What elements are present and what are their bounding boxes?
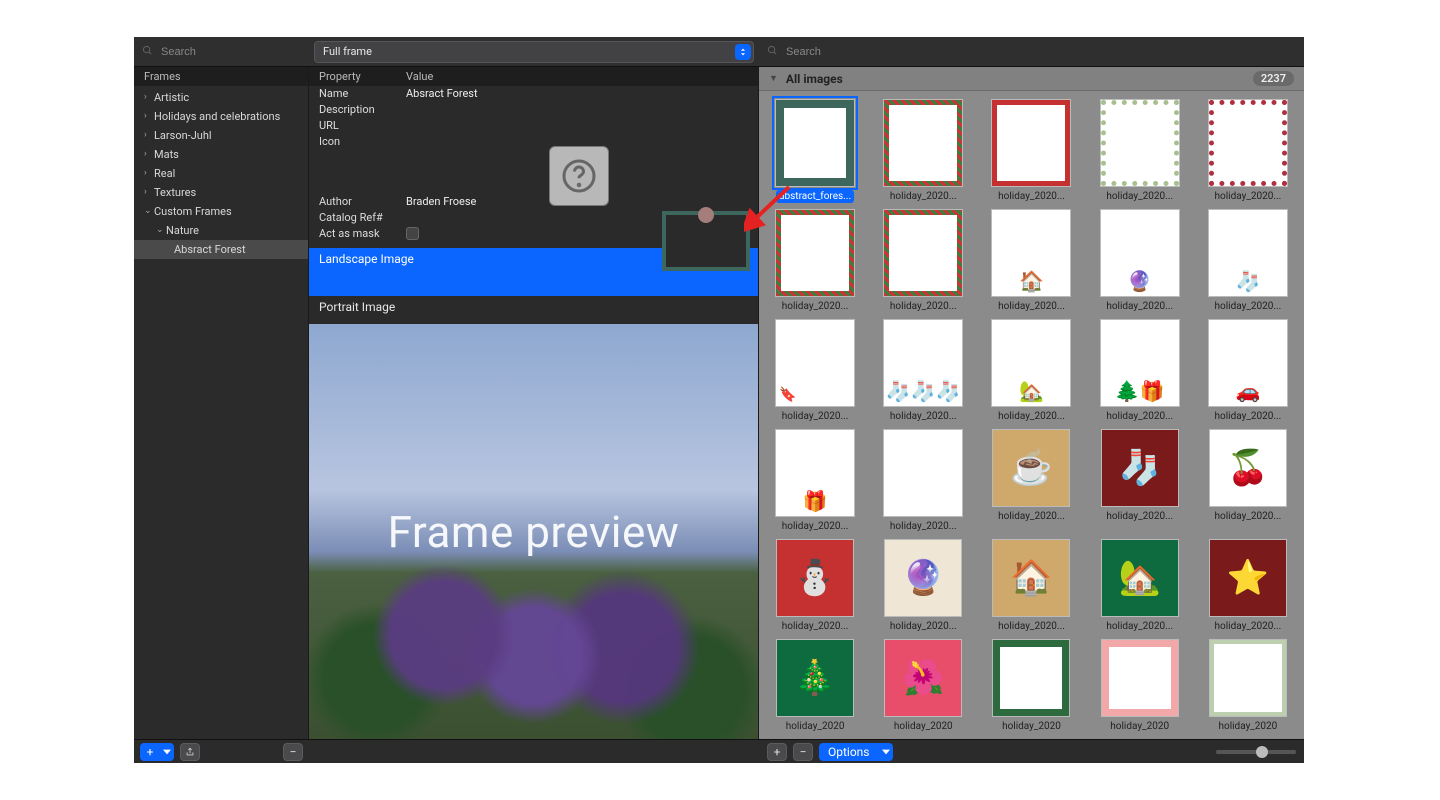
grid-item[interactable]: 🧦🧦🧦holiday_2020... xyxy=(877,319,969,423)
prop-name-value[interactable]: Absract Forest xyxy=(406,87,758,100)
act-as-mask-checkbox[interactable] xyxy=(406,227,419,240)
tree-item-textures[interactable]: ›Textures xyxy=(134,183,308,202)
prop-name-label: Name xyxy=(309,87,406,100)
add-button[interactable]: + xyxy=(140,743,160,761)
add-menu-button[interactable] xyxy=(160,743,174,761)
grid-item[interactable]: 🌲🎁holiday_2020... xyxy=(1094,319,1186,423)
frame-preview: Frame preview xyxy=(309,324,758,739)
images-search-input[interactable] xyxy=(784,45,1296,59)
tree-item-larson-juhl[interactable]: ›Larson-Juhl xyxy=(134,126,308,145)
tree-item-abstract-forest[interactable]: Absract Forest xyxy=(134,240,308,259)
options-button[interactable]: Options xyxy=(819,743,879,761)
all-images-label: All images xyxy=(786,72,843,86)
grid-item[interactable]: 🍒holiday_2020... xyxy=(1202,429,1294,533)
grid-item[interactable]: 🎁holiday_2020... xyxy=(769,429,861,533)
share-button[interactable] xyxy=(180,743,200,761)
grid-item[interactable]: 🔮holiday_2020... xyxy=(877,539,969,633)
chevron-down-icon: ⌄ xyxy=(156,223,166,238)
grid-item[interactable]: holiday_2020... xyxy=(1094,99,1186,203)
tree-item-nature[interactable]: ⌄Nature xyxy=(134,221,308,240)
prop-description-label: Description xyxy=(309,103,406,116)
grid-add-button[interactable]: + xyxy=(767,743,787,761)
grid-item[interactable]: 🎄holiday_2020 xyxy=(769,639,861,733)
grid-item[interactable]: holiday_2020... xyxy=(769,209,861,313)
grid-item[interactable]: holiday_2020 xyxy=(1094,639,1186,733)
remove-button[interactable]: − xyxy=(283,743,303,761)
grid-item[interactable]: holiday_2020... xyxy=(877,99,969,203)
frame-type-dropdown[interactable]: Full frame xyxy=(314,41,754,63)
grid-remove-button[interactable]: − xyxy=(793,743,813,761)
grid-item[interactable]: ☕holiday_2020... xyxy=(985,429,1077,533)
sidebar-header: Frames xyxy=(134,67,308,86)
chevron-up-down-icon xyxy=(735,44,751,60)
image-count-badge: 2237 xyxy=(1253,71,1294,86)
image-grid: abstract_fores... holiday_2020... holida… xyxy=(769,99,1294,733)
grid-item[interactable]: ⭐holiday_2020... xyxy=(1202,539,1294,633)
sidebar-search-container xyxy=(134,37,309,67)
properties-header: Property Value xyxy=(309,67,758,86)
grid-item[interactable]: 🔖holiday_2020... xyxy=(769,319,861,423)
prop-url-label: URL xyxy=(309,119,406,132)
grid-item[interactable]: holiday_2020... xyxy=(877,429,969,533)
grid-item[interactable]: 🏠holiday_2020... xyxy=(985,209,1077,313)
chevron-right-icon: › xyxy=(144,166,154,181)
images-search-container xyxy=(759,37,1304,67)
tree-item-mats[interactable]: ›Mats xyxy=(134,145,308,164)
chevron-right-icon: › xyxy=(144,90,154,105)
grid-item[interactable]: holiday_2020... xyxy=(877,209,969,313)
grid-item[interactable]: abstract_fores... xyxy=(769,99,861,203)
grid-item[interactable]: 🧦holiday_2020... xyxy=(1094,429,1186,533)
chevron-right-icon: › xyxy=(144,185,154,200)
thumbnail-size-slider[interactable] xyxy=(1216,750,1296,754)
grid-item[interactable]: ⛄holiday_2020... xyxy=(769,539,861,633)
grid-item[interactable]: 🔮holiday_2020... xyxy=(1094,209,1186,313)
chevron-right-icon: › xyxy=(144,147,154,162)
grid-item[interactable]: holiday_2020... xyxy=(985,99,1077,203)
search-icon xyxy=(142,45,153,59)
grid-item[interactable]: holiday_2020 xyxy=(1202,639,1294,733)
question-mark-icon[interactable] xyxy=(549,146,609,206)
grid-item[interactable]: holiday_2020... xyxy=(1202,99,1294,203)
tree-item-custom-frames[interactable]: ⌄Custom Frames xyxy=(134,202,308,221)
grid-item[interactable]: 🏡holiday_2020... xyxy=(1094,539,1186,633)
chevron-down-icon: ⌄ xyxy=(144,204,154,219)
frame-preview-label: Frame preview xyxy=(388,506,680,558)
sidebar-search-input[interactable] xyxy=(159,45,301,59)
grid-item[interactable]: 🏠holiday_2020... xyxy=(985,539,1077,633)
prop-icon-label: Icon xyxy=(309,135,406,148)
chevron-right-icon: › xyxy=(144,128,154,143)
prop-mask-label: Act as mask xyxy=(309,227,406,240)
prop-catalog-label: Catalog Ref# xyxy=(309,211,406,224)
dropdown-label: Full frame xyxy=(323,45,372,58)
disclosure-triangle-icon[interactable]: ▼ xyxy=(769,73,778,84)
grid-item[interactable]: 🏡holiday_2020... xyxy=(985,319,1077,423)
tree-item-artistic[interactable]: ›Artistic xyxy=(134,88,308,107)
grid-item[interactable]: holiday_2020 xyxy=(985,639,1077,733)
chevron-right-icon: › xyxy=(144,109,154,124)
options-menu-button[interactable] xyxy=(879,743,893,761)
landscape-thumbnail-dragged[interactable] xyxy=(662,211,750,271)
tree-item-holidays[interactable]: ›Holidays and celebrations xyxy=(134,107,308,126)
prop-author-label: Author xyxy=(309,195,406,208)
grid-item[interactable]: 🚗holiday_2020... xyxy=(1202,319,1294,423)
grid-item[interactable]: 🧦holiday_2020... xyxy=(1202,209,1294,313)
tree-item-real[interactable]: ›Real xyxy=(134,164,308,183)
grid-item[interactable]: 🌺holiday_2020 xyxy=(877,639,969,733)
search-icon xyxy=(767,45,778,59)
portrait-image-row[interactable]: Portrait Image xyxy=(309,296,758,318)
